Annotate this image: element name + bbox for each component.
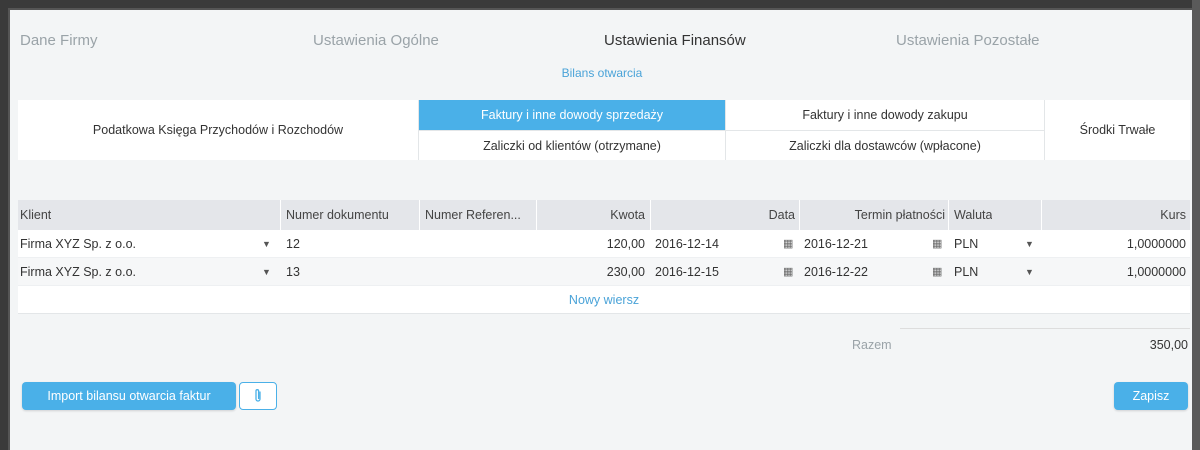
chevron-down-icon[interactable]: ▼	[262, 258, 271, 286]
cell-due-date[interactable]: 2016-12-22	[804, 258, 868, 286]
col-header-ref-number[interactable]: Numer Referen...	[425, 200, 537, 230]
cell-currency[interactable]: PLN	[954, 230, 978, 258]
cell-ref-number[interactable]	[425, 258, 535, 286]
save-button[interactable]: Zapisz	[1114, 382, 1188, 410]
grid-body: Firma XYZ Sp. z o.o. ▼ 12 120,00 2016-12…	[18, 230, 1190, 286]
grid-header: Klient Numer dokumentu Numer Referen... …	[18, 200, 1190, 230]
col-header-doc-number[interactable]: Numer dokumentu	[286, 200, 389, 230]
cell-due-date[interactable]: 2016-12-21	[804, 230, 868, 258]
import-opening-balance-button[interactable]: Import bilansu otwarcia faktur	[22, 382, 236, 410]
calendar-icon[interactable]: ▦	[783, 230, 793, 258]
cell-currency[interactable]: PLN	[954, 258, 978, 286]
doc-tab-supplier-advances[interactable]: Zaliczki dla dostawców (wpłacone)	[726, 130, 1044, 160]
tab-ustawienia-pozostale[interactable]: Ustawienia Pozostałe	[896, 32, 1039, 49]
tab-ustawienia-finansow[interactable]: Ustawienia Finansów	[604, 32, 746, 49]
section-subheading[interactable]: Bilans otwarcia	[2, 66, 1200, 80]
col-header-amount[interactable]: Kwota	[578, 200, 645, 230]
cell-rate[interactable]: 1,0000000	[1048, 258, 1186, 286]
cell-amount[interactable]: 230,00	[558, 258, 645, 286]
cell-client[interactable]: Firma XYZ Sp. z o.o.	[20, 258, 136, 286]
main-tabs: Dane Firmy Ustawienia Ogólne Ustawienia …	[10, 32, 1200, 54]
window-edge	[1192, 0, 1200, 450]
col-header-rate[interactable]: Kurs	[1048, 200, 1186, 230]
tab-ustawienia-ogolne[interactable]: Ustawienia Ogólne	[313, 32, 439, 49]
opening-balance-grid: Klient Numer dokumentu Numer Referen... …	[18, 200, 1190, 314]
chevron-down-icon[interactable]: ▼	[1025, 258, 1034, 286]
col-header-currency[interactable]: Waluta	[954, 200, 992, 230]
doc-tab-pkpir[interactable]: Podatkowa Księga Przychodów i Rozchodów	[18, 100, 418, 160]
summary-label: Razem	[852, 338, 892, 352]
doc-tab-fixed-assets[interactable]: Środki Trwałe	[1045, 100, 1190, 160]
cell-date[interactable]: 2016-12-15	[655, 258, 719, 286]
attach-file-button[interactable]	[239, 382, 277, 410]
document-type-tabs: Podatkowa Księga Przychodów i Rozchodów …	[18, 100, 1190, 160]
doc-tab-client-advances[interactable]: Zaliczki od klientów (otrzymane)	[419, 130, 725, 160]
paperclip-icon	[255, 389, 261, 402]
cell-doc-number[interactable]: 13	[286, 258, 300, 286]
cell-ref-number[interactable]	[425, 230, 535, 258]
cell-client[interactable]: Firma XYZ Sp. z o.o.	[20, 230, 136, 258]
col-header-due-date[interactable]: Termin płatności	[818, 200, 945, 230]
chevron-down-icon[interactable]: ▼	[1025, 230, 1034, 258]
chevron-down-icon[interactable]: ▼	[262, 230, 271, 258]
table-row[interactable]: Firma XYZ Sp. z o.o. ▼ 12 120,00 2016-12…	[18, 230, 1190, 258]
tab-dane-firmy[interactable]: Dane Firmy	[20, 32, 98, 49]
cell-date[interactable]: 2016-12-14	[655, 230, 719, 258]
col-header-date[interactable]: Data	[718, 200, 795, 230]
summary-divider	[900, 328, 1190, 329]
calendar-icon[interactable]: ▦	[932, 230, 942, 258]
calendar-icon[interactable]: ▦	[932, 258, 942, 286]
cell-amount[interactable]: 120,00	[558, 230, 645, 258]
calendar-icon[interactable]: ▦	[783, 258, 793, 286]
new-row-link[interactable]: Nowy wiersz	[18, 286, 1190, 314]
doc-tab-sales-invoices[interactable]: Faktury i inne dowody sprzedaży	[419, 100, 725, 130]
cell-doc-number[interactable]: 12	[286, 230, 300, 258]
col-header-client[interactable]: Klient	[20, 200, 51, 230]
app-window: Dane Firmy Ustawienia Ogólne Ustawienia …	[8, 8, 1200, 450]
doc-tab-purchase-invoices[interactable]: Faktury i inne dowody zakupu	[726, 100, 1044, 130]
cell-rate[interactable]: 1,0000000	[1048, 230, 1186, 258]
summary-total: 350,00	[1149, 338, 1188, 352]
table-row[interactable]: Firma XYZ Sp. z o.o. ▼ 13 230,00 2016-12…	[18, 258, 1190, 286]
